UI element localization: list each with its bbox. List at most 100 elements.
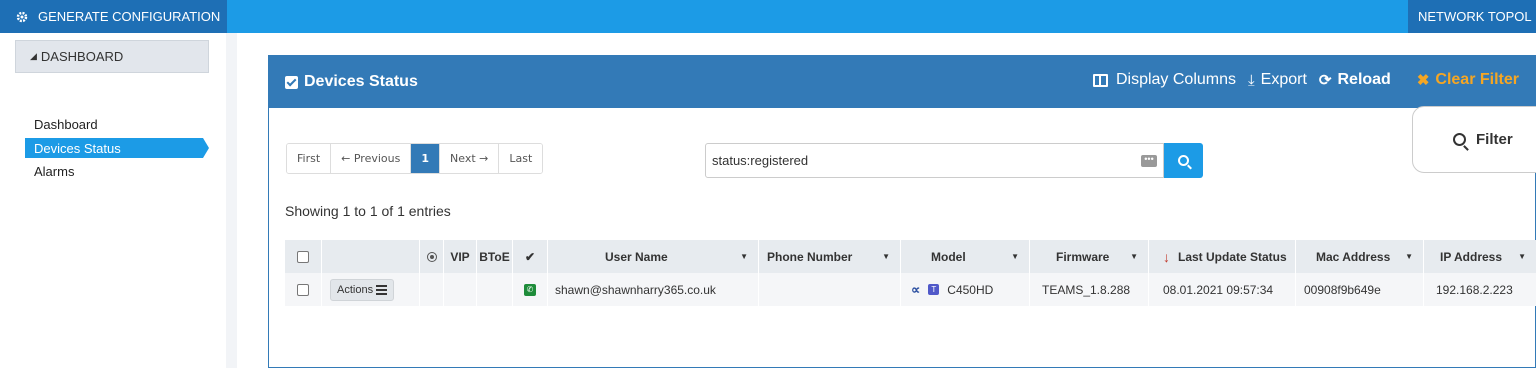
user-name-header[interactable]: User Name ▼ <box>548 240 759 273</box>
panel-header: Devices Status Display Columns ⤓ Export … <box>269 56 1535 108</box>
search-icon <box>1178 155 1189 166</box>
row-status-cell <box>420 273 444 306</box>
select-all-cell <box>285 240 322 273</box>
row-model-cell: ∝ T C450HD <box>901 273 1030 306</box>
panel-actions: Display Columns ⤓ Export ⟳ Reload ✖ Clea… <box>1092 71 1535 89</box>
row-btoe-cell <box>477 273 513 306</box>
sidebar-divider <box>226 33 237 368</box>
sidebar-item-label: Alarms <box>34 163 75 179</box>
phone-number-header-label: Phone Number <box>767 249 853 264</box>
registered-header[interactable]: ✔ <box>513 240 548 273</box>
teams-icon: T <box>928 284 940 295</box>
export-label: Export <box>1260 71 1307 88</box>
firmware-header[interactable]: Firmware ▼ <box>1030 240 1149 273</box>
pagination: First ← Previous 1 Next → Last <box>286 143 544 174</box>
menu-icon <box>376 283 388 297</box>
firmware-header-label: Firmware <box>1056 249 1110 264</box>
display-columns-button[interactable]: Display Columns <box>1092 71 1237 89</box>
radio-icon <box>426 251 437 262</box>
table-header: VIP BToE ✔ User Name ▼ Phone Number ▼ Mo… <box>285 240 1536 273</box>
panel-title-text: Devices Status <box>304 73 418 90</box>
generate-configuration-button[interactable]: GENERATE CONFIGURATION <box>0 0 227 33</box>
table-row[interactable]: Actions ✆ shawn@shawnharry365.co.uk ∝ T … <box>285 273 1536 306</box>
page-current-button[interactable]: 1 <box>411 144 441 173</box>
phone-number-header[interactable]: Phone Number ▼ <box>759 240 901 273</box>
last-update-header[interactable]: ↓ Last Update Status <box>1149 240 1296 273</box>
top-bar <box>0 0 1536 33</box>
search-input[interactable]: status:registered ••• <box>705 143 1164 178</box>
page-last-button[interactable]: Last <box>499 144 543 173</box>
check-square-icon <box>285 75 298 89</box>
row-last-update: 08.01.2021 09:57:34 <box>1149 273 1296 306</box>
close-icon: ✖ <box>1416 72 1430 89</box>
more-icon[interactable]: ••• <box>1141 155 1157 167</box>
network-topology-label: NETWORK TOPOL <box>1418 9 1532 24</box>
sort-down-icon: ▼ <box>1405 252 1413 261</box>
sort-down-icon: ▼ <box>882 252 890 261</box>
row-actions-cell: Actions <box>322 273 420 306</box>
row-select-cell <box>285 273 322 306</box>
panel-title: Devices Status <box>285 73 418 91</box>
btoe-header[interactable]: BToE <box>477 240 513 273</box>
row-firmware: TEAMS_1.8.288 <box>1030 273 1149 306</box>
mac-address-header[interactable]: Mac Address ▼ <box>1296 240 1424 273</box>
actions-header <box>322 240 420 273</box>
row-checkbox[interactable] <box>297 283 309 296</box>
arrow-down-icon: ↓ <box>1163 248 1170 265</box>
clear-filter-button[interactable]: ✖ Clear Filter <box>1417 71 1519 89</box>
row-ip-address: 192.168.2.223 <box>1436 282 1513 297</box>
search-button[interactable] <box>1164 143 1203 178</box>
user-name-header-label: User Name <box>605 249 668 264</box>
row-model: C450HD <box>947 282 994 297</box>
search-icon <box>1453 133 1466 146</box>
mac-address-header-label: Mac Address <box>1316 249 1391 264</box>
row-user-name: shawn@shawnharry365.co.uk <box>548 273 759 306</box>
sidebar <box>0 33 237 368</box>
sidebar-item-devices-status[interactable]: Devices Status <box>25 138 209 158</box>
generate-configuration-label: GENERATE CONFIGURATION <box>38 9 221 24</box>
display-columns-label: Display Columns <box>1115 71 1237 88</box>
caret-down-icon: ◢ <box>30 51 37 61</box>
ip-address-header[interactable]: IP Address ▼ <box>1424 240 1536 273</box>
row-vip-cell <box>444 273 477 306</box>
devices-table: VIP BToE ✔ User Name ▼ Phone Number ▼ Mo… <box>285 240 1536 306</box>
sidebar-item-label: Devices Status <box>34 140 121 156</box>
row-registered-cell: ✆ <box>513 273 548 306</box>
page-next-button[interactable]: Next → <box>440 144 500 173</box>
ip-address-header-label: IP Address <box>1440 249 1503 264</box>
actions-button[interactable]: Actions <box>330 278 395 301</box>
sidebar-section-dashboard[interactable]: ◢ DASHBOARD <box>15 40 209 73</box>
entries-info: Showing 1 to 1 of 1 entries <box>285 203 451 219</box>
reload-button[interactable]: ⟳ Reload <box>1319 71 1391 89</box>
sort-down-icon: ▼ <box>740 252 748 261</box>
filter-label: Filter <box>1476 131 1513 148</box>
last-update-header-label: Last Update Status <box>1178 249 1287 264</box>
sidebar-item-alarms[interactable]: Alarms <box>25 161 203 181</box>
model-header-label: Model <box>931 249 966 264</box>
sort-down-icon: ▼ <box>1518 252 1526 261</box>
phone-icon: ✆ <box>524 283 536 296</box>
download-icon: ⤓ <box>1248 71 1255 89</box>
select-all-checkbox[interactable] <box>297 250 309 263</box>
actions-label: Actions <box>337 283 374 296</box>
model-header[interactable]: Model ▼ <box>901 240 1030 273</box>
filter-tab[interactable]: Filter <box>1412 106 1536 173</box>
sidebar-item-dashboard[interactable]: Dashboard <box>25 114 203 134</box>
search-input-value: status:registered <box>712 153 809 168</box>
export-button[interactable]: ⤓ Export <box>1248 71 1307 89</box>
status-header[interactable] <box>420 240 444 273</box>
sort-down-icon: ▼ <box>1011 252 1019 261</box>
network-topology-button[interactable]: NETWORK TOPOL <box>1408 0 1536 33</box>
devices-status-panel: Devices Status Display Columns ⤓ Export … <box>268 55 1536 368</box>
sidebar-item-label: Dashboard <box>34 116 98 132</box>
row-mac-address: 00908f9b649e <box>1296 273 1424 306</box>
page-first-button[interactable]: First <box>287 144 332 173</box>
vip-header[interactable]: VIP <box>444 240 477 273</box>
page-previous-button[interactable]: ← Previous <box>331 144 412 173</box>
columns-icon <box>1092 73 1108 87</box>
reload-icon: ⟳ <box>1318 72 1332 89</box>
sort-down-icon: ▼ <box>1130 252 1138 261</box>
sidebar-section-label: DASHBOARD <box>40 49 124 64</box>
row-phone-number <box>759 273 901 306</box>
reload-label: Reload <box>1337 71 1391 88</box>
